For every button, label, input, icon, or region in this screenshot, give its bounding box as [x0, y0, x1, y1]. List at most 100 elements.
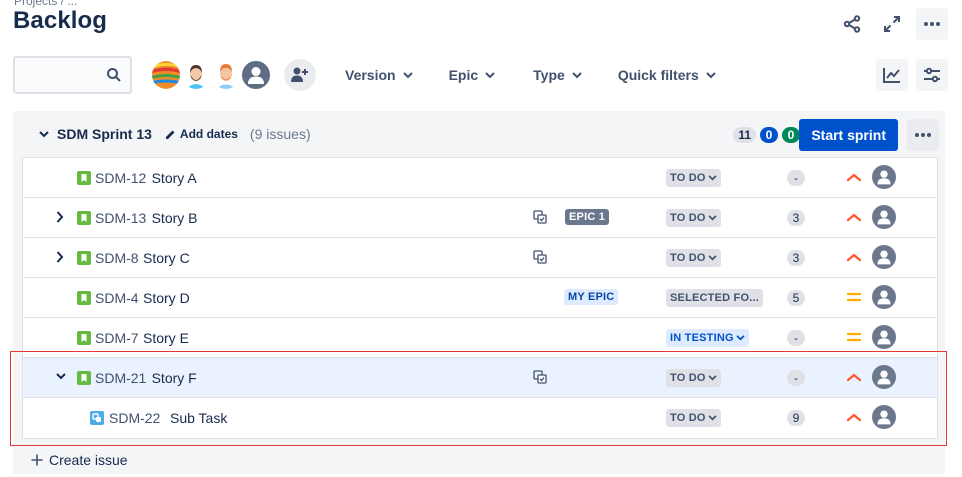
user-icon	[877, 250, 891, 265]
avatar[interactable]	[180, 59, 212, 91]
story-points-badge[interactable]: 3	[787, 250, 805, 266]
status-dropdown[interactable]: SELECTED FO...	[666, 289, 763, 307]
issue-summary: Story F	[151, 370, 197, 386]
search-field[interactable]	[13, 56, 132, 94]
issue-row[interactable]: SDM-21 Story F TO DO -	[23, 358, 937, 398]
issue-summary: Story C	[143, 250, 190, 266]
issue-key[interactable]: SDM-21	[95, 370, 146, 386]
issue-row[interactable]: SDM-7 Story E IN TESTING -	[23, 318, 937, 358]
epic-label[interactable]: EPIC 1	[565, 209, 610, 225]
type-filter[interactable]: Type	[523, 59, 592, 91]
assignee-avatar[interactable]	[872, 405, 896, 429]
add-people-button[interactable]	[284, 59, 316, 91]
priority-high-icon	[846, 413, 862, 422]
status-label: TO DO	[670, 412, 706, 424]
epic-label[interactable]: MY EPIC	[564, 289, 619, 305]
add-dates-button[interactable]: Add dates	[165, 127, 238, 141]
avatar-image	[212, 61, 240, 89]
chevron-down-icon	[708, 255, 717, 261]
assignee-avatar[interactable]	[872, 365, 896, 389]
avatar[interactable]	[150, 59, 182, 91]
quick-filters-label: Quick filters	[617, 67, 699, 83]
story-points-badge[interactable]: -	[787, 330, 805, 346]
issue-key[interactable]: SDM-4	[95, 290, 139, 306]
issue-row[interactable]: SDM-4 Story D MY EPIC SELECTED FO... 5	[23, 278, 937, 318]
issue-key[interactable]: SDM-8	[95, 250, 139, 266]
status-dropdown[interactable]: TO DO	[666, 249, 721, 267]
avatar[interactable]	[210, 59, 242, 91]
issue-list: SDM-12 Story A TO DO - SDM-13 Story B EPIC 1 TO…	[22, 157, 938, 439]
search-input[interactable]	[15, 58, 103, 92]
status-label: TO DO	[670, 212, 706, 224]
version-filter[interactable]: Version	[335, 59, 423, 91]
chevron-right-icon[interactable]	[56, 211, 64, 223]
story-icon	[77, 251, 91, 265]
toolbar-right-actions	[876, 59, 948, 91]
assignee-avatar[interactable]	[872, 245, 896, 269]
avatar-image	[182, 61, 210, 89]
sprint-container: SDM Sprint 13 Add dates (9 issues) 11 0 …	[13, 111, 945, 451]
create-issue-label: Create issue	[49, 452, 128, 468]
view-settings-button[interactable]	[916, 59, 948, 91]
chevron-down-icon	[572, 71, 582, 78]
fullscreen-button[interactable]	[876, 8, 908, 40]
user-icon	[877, 330, 891, 345]
status-label: SELECTED FO...	[670, 292, 759, 304]
share-button[interactable]	[836, 8, 868, 40]
story-points-badge[interactable]: 3	[787, 210, 805, 226]
start-sprint-button[interactable]: Start sprint	[799, 119, 898, 151]
issue-row[interactable]: SDM-8 Story C TO DO 3	[23, 238, 937, 278]
pencil-icon	[165, 130, 175, 139]
issue-key[interactable]: SDM-22	[109, 410, 160, 426]
status-counts: 11 0 0	[733, 127, 800, 143]
priority-medium-icon	[846, 332, 862, 342]
assignee-avatar[interactable]	[872, 325, 896, 349]
chart-icon	[883, 68, 900, 83]
status-dropdown[interactable]: IN TESTING	[666, 329, 749, 347]
user-icon	[248, 67, 264, 84]
avatar[interactable]	[240, 59, 272, 91]
assignee-avatar[interactable]	[872, 205, 896, 229]
status-label: IN TESTING	[670, 332, 734, 344]
issue-row[interactable]: SDM-22 Sub Task TO DO 9	[23, 398, 937, 438]
epic-filter[interactable]: Epic	[439, 59, 506, 91]
story-points-badge[interactable]: 9	[787, 410, 805, 426]
chevron-down-icon	[402, 71, 413, 78]
status-dropdown[interactable]: TO DO	[666, 409, 721, 427]
issue-row[interactable]: SDM-13 Story B EPIC 1 TO DO 3	[23, 198, 937, 238]
status-dropdown[interactable]: TO DO	[666, 369, 721, 387]
subtask-icon	[90, 411, 104, 425]
child-issues-icon	[533, 370, 547, 384]
user-icon	[877, 370, 891, 385]
quick-filters[interactable]: Quick filters	[608, 59, 726, 91]
issue-key[interactable]: SDM-12	[95, 170, 146, 186]
chevron-down-icon[interactable]	[56, 373, 66, 380]
more-actions-button[interactable]	[916, 8, 948, 40]
story-points-badge[interactable]: -	[787, 370, 805, 386]
avatar-image	[152, 61, 180, 89]
create-issue-button[interactable]: Create issue	[13, 446, 945, 474]
sprint-more-button[interactable]	[907, 119, 939, 151]
issue-summary: Story A	[151, 170, 197, 186]
assignee-avatar[interactable]	[872, 285, 896, 309]
chevron-down-icon	[485, 71, 495, 78]
assignee-avatar[interactable]	[872, 165, 896, 189]
status-label: TO DO	[670, 372, 706, 384]
insights-button[interactable]	[876, 59, 908, 91]
status-dropdown[interactable]: TO DO	[666, 209, 721, 227]
chevron-down-icon	[708, 415, 717, 421]
story-points-badge[interactable]: -	[787, 170, 805, 186]
sprint-header: SDM Sprint 13 Add dates (9 issues) 11 0 …	[13, 111, 945, 157]
priority-medium-icon	[846, 292, 862, 302]
story-points-badge[interactable]: 5	[787, 290, 805, 306]
avatar-group	[150, 59, 272, 91]
issue-key[interactable]: SDM-7	[95, 330, 139, 346]
status-dropdown[interactable]: TO DO	[666, 169, 721, 187]
issue-key[interactable]: SDM-13	[95, 210, 146, 226]
filter-toolbar: Version Epic Type Quick filters	[13, 56, 948, 94]
issue-row[interactable]: SDM-12 Story A TO DO -	[23, 158, 937, 198]
chevron-down-icon[interactable]	[39, 130, 49, 138]
chevron-right-icon[interactable]	[56, 251, 64, 263]
priority-high-icon	[846, 253, 862, 262]
story-icon	[77, 291, 91, 305]
